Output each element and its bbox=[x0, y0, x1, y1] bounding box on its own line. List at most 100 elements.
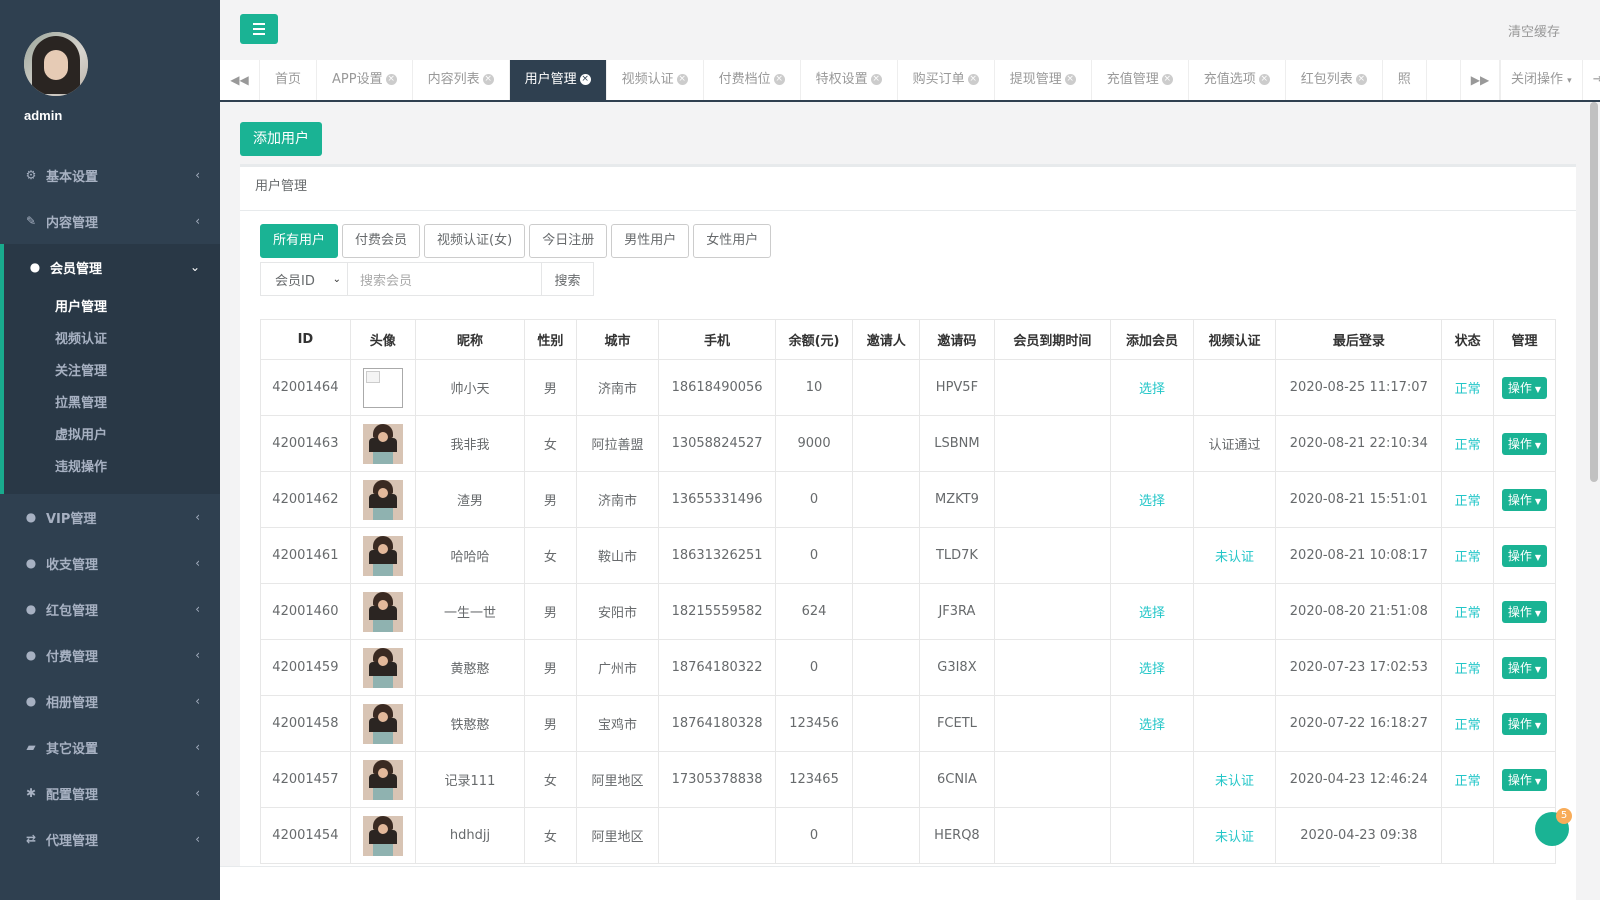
chevron-icon: ‹ bbox=[195, 786, 200, 800]
close-icon[interactable]: × bbox=[482, 74, 494, 85]
close-icon[interactable]: × bbox=[1355, 74, 1367, 85]
status-link[interactable]: 正常 bbox=[1455, 662, 1481, 677]
close-icon[interactable]: × bbox=[676, 74, 688, 85]
filter-button[interactable]: 付费会员 bbox=[342, 224, 421, 258]
close-icon[interactable]: × bbox=[773, 74, 785, 85]
tab-item[interactable]: 充值选项 × bbox=[1189, 60, 1286, 100]
operation-dropdown-button[interactable]: 操作 ▼ bbox=[1501, 600, 1548, 623]
tab-item[interactable]: 充值管理 × bbox=[1092, 60, 1189, 100]
search-field-select[interactable]: 会员ID ⌄ bbox=[260, 262, 348, 296]
search-button[interactable]: 搜索 bbox=[542, 262, 594, 296]
avatar-image[interactable] bbox=[362, 759, 403, 800]
status-link[interactable]: 正常 bbox=[1455, 382, 1481, 397]
sidebar-item-0[interactable]: ⚙ 基本设置 ‹ bbox=[0, 152, 220, 198]
tab-item[interactable]: 内容列表 × bbox=[413, 60, 510, 100]
avatar-image[interactable] bbox=[362, 591, 403, 632]
sidebar-item-9[interactable]: ✱ 配置管理 ‹ bbox=[0, 770, 220, 816]
operation-dropdown-button[interactable]: 操作 ▼ bbox=[1501, 656, 1548, 679]
sidebar-subitem[interactable]: 视频认证 bbox=[4, 324, 220, 356]
tab-item[interactable]: 购买订单 × bbox=[898, 60, 995, 100]
close-icon[interactable]: × bbox=[1064, 74, 1076, 85]
close-icon[interactable]: × bbox=[579, 74, 591, 85]
sidebar-item-label: 相册管理 bbox=[46, 695, 99, 711]
status-link[interactable]: 正常 bbox=[1455, 718, 1481, 733]
status-link[interactable]: 正常 bbox=[1455, 606, 1481, 621]
sidebar-item-4[interactable]: ● 收支管理 ‹ bbox=[0, 540, 220, 586]
video-unverified-link[interactable]: 未认证 bbox=[1215, 830, 1254, 845]
filter-button[interactable]: 女性用户 bbox=[693, 224, 772, 258]
avatar-image[interactable] bbox=[362, 815, 403, 856]
logout-button[interactable]: ⇥ 退出 bbox=[1581, 60, 1600, 100]
avatar-image[interactable] bbox=[362, 647, 403, 688]
tab-item[interactable]: 照 bbox=[1383, 60, 1427, 100]
user-panel: 用户管理 所有用户 付费会员 视频认证(女) 今日注册 男性用户 女性用户 会员ID ⌄ 搜… bbox=[240, 164, 1576, 900]
tab-item[interactable]: 首页 bbox=[260, 60, 318, 100]
sidebar-item-5[interactable]: ● 红包管理 ‹ bbox=[0, 586, 220, 632]
clear-cache-link[interactable]: 清空缓存 bbox=[1508, 21, 1560, 40]
sidebar-subitem[interactable]: 拉黑管理 bbox=[4, 388, 220, 420]
video-unverified-link[interactable]: 未认证 bbox=[1215, 550, 1254, 565]
tab-item[interactable]: 视频认证 × bbox=[607, 60, 704, 100]
avatar-image[interactable] bbox=[362, 479, 403, 520]
filter-button[interactable]: 视频认证(女) bbox=[424, 224, 526, 258]
avatar-image[interactable] bbox=[362, 423, 403, 464]
select-vip-link[interactable]: 选择 bbox=[1139, 718, 1165, 733]
status-link[interactable]: 正常 bbox=[1455, 774, 1481, 789]
close-icon[interactable]: × bbox=[870, 74, 882, 85]
close-icon[interactable]: × bbox=[1258, 74, 1270, 85]
user-icon: ● bbox=[29, 260, 41, 274]
sidebar-item-1[interactable]: ✎ 内容管理 ‹ bbox=[0, 198, 220, 244]
menu-toggle-button[interactable] bbox=[240, 14, 278, 44]
add-user-button[interactable]: 添加用户 bbox=[240, 122, 322, 156]
status-link[interactable]: 正常 bbox=[1455, 550, 1481, 565]
tabs-prev-icon[interactable]: ◀◀ bbox=[220, 60, 260, 100]
search-input[interactable]: 搜索会员 bbox=[348, 262, 542, 296]
select-vip-link[interactable]: 选择 bbox=[1139, 662, 1165, 677]
filter-button[interactable]: 男性用户 bbox=[611, 224, 690, 258]
sidebar-item-7[interactable]: ● 相册管理 ‹ bbox=[0, 678, 220, 724]
sidebar-subitem[interactable]: 用户管理 bbox=[4, 292, 220, 324]
vertical-scrollbar[interactable] bbox=[1590, 102, 1598, 482]
sidebar-item-2[interactable]: ● 会员管理 ⌄ bbox=[0, 244, 220, 290]
close-icon[interactable]: × bbox=[1161, 74, 1173, 85]
tab-item[interactable]: 特权设置 × bbox=[801, 60, 898, 100]
sidebar-item-8[interactable]: ▰ 其它设置 ‹ bbox=[0, 724, 220, 770]
caret-down-icon: ▼ bbox=[1534, 384, 1542, 394]
filter-button[interactable]: 所有用户 bbox=[260, 224, 339, 258]
close-icon[interactable]: × bbox=[385, 74, 397, 85]
sidebar-subitem[interactable]: 虚拟用户 bbox=[4, 420, 220, 452]
operation-dropdown-button[interactable]: 操作 ▼ bbox=[1501, 544, 1548, 567]
close-operations-dropdown[interactable]: 关闭操作 ▾ bbox=[1500, 60, 1582, 100]
avatar-image[interactable] bbox=[362, 535, 403, 576]
tab-item[interactable]: 用户管理 × bbox=[509, 60, 607, 100]
tabs-next-icon[interactable]: ▶▶ bbox=[1460, 60, 1500, 100]
operation-dropdown-button[interactable]: 操作 ▼ bbox=[1501, 376, 1548, 399]
filter-button[interactable]: 今日注册 bbox=[529, 224, 608, 258]
tab-item[interactable]: 付费档位 × bbox=[704, 60, 801, 100]
tab-item[interactable]: 红包列表 × bbox=[1286, 60, 1383, 100]
select-vip-link[interactable]: 选择 bbox=[1139, 494, 1165, 509]
sidebar-item-3[interactable]: ● VIP管理 ‹ bbox=[0, 494, 220, 540]
tab-item[interactable]: 提现管理 × bbox=[995, 60, 1092, 100]
status-link[interactable]: 正常 bbox=[1455, 438, 1481, 453]
sidebar-subitem[interactable]: 违规操作 bbox=[4, 452, 220, 484]
status-link[interactable]: 正常 bbox=[1455, 494, 1481, 509]
avatar-image[interactable] bbox=[362, 367, 403, 408]
operation-dropdown-button[interactable]: 操作 ▼ bbox=[1501, 768, 1548, 791]
operation-dropdown-button[interactable]: 操作 ▼ bbox=[1501, 712, 1548, 735]
operation-dropdown-button[interactable]: 操作 ▼ bbox=[1501, 432, 1548, 455]
cell-phone: 18631326251 bbox=[658, 527, 776, 584]
tab-item[interactable]: APP设置 × bbox=[317, 60, 413, 100]
sidebar-item-6[interactable]: ● 付费管理 ‹ bbox=[0, 632, 220, 678]
select-vip-link[interactable]: 选择 bbox=[1139, 606, 1165, 621]
admin-avatar[interactable] bbox=[24, 32, 88, 96]
select-vip-link[interactable]: 选择 bbox=[1139, 382, 1165, 397]
video-unverified-link[interactable]: 未认证 bbox=[1215, 774, 1254, 789]
sidebar-subitem[interactable]: 关注管理 bbox=[4, 356, 220, 388]
admin-name[interactable]: admin bbox=[24, 108, 220, 123]
avatar-image[interactable] bbox=[362, 703, 403, 744]
sidebar-item-10[interactable]: ⇄ 代理管理 ‹ bbox=[0, 816, 220, 862]
close-icon[interactable]: × bbox=[967, 74, 979, 85]
operation-dropdown-button[interactable]: 操作 ▼ bbox=[1501, 488, 1548, 511]
tabs-bar: ◀◀ 首页 APP设置 × 内容列表 × 用户管理 × 视频认证 × 付费档位 × 特权设置 × 购买订单… bbox=[220, 60, 1600, 102]
